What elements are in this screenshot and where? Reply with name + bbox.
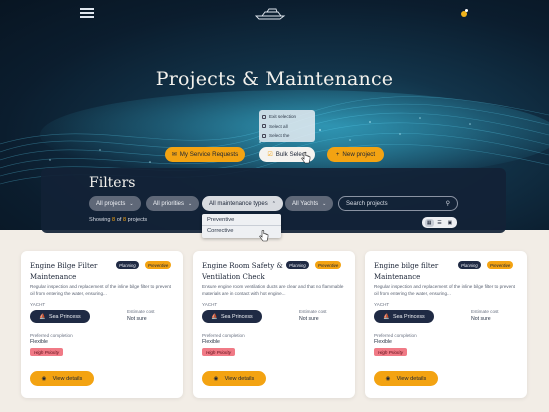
completion-value: Flexible bbox=[30, 339, 48, 345]
bulk-menu-item[interactable]: Select all bbox=[262, 122, 312, 132]
view-details-button[interactable]: ◉ View details bbox=[30, 371, 94, 386]
calendar-view-icon[interactable]: ▣ bbox=[445, 219, 454, 227]
chevron-down-icon: ⌄ bbox=[188, 200, 193, 207]
new-project-button[interactable]: + New project bbox=[327, 147, 384, 162]
yacht-logo-icon[interactable] bbox=[254, 6, 288, 20]
yacht-icon: ⛵ bbox=[211, 313, 218, 320]
bulk-menu-item[interactable]: Exit selection bbox=[262, 112, 312, 122]
chevron-down-icon: ⌄ bbox=[129, 200, 134, 207]
project-card: Engine bilge filter Maintenance Planning… bbox=[365, 251, 527, 398]
yacht-badge[interactable]: ⛵ Sea Princess bbox=[202, 310, 262, 323]
yacht-badge[interactable]: ⛵ Sea Princess bbox=[374, 310, 434, 323]
chevron-up-icon: ⌃ bbox=[271, 200, 276, 207]
cost-value: Not sure bbox=[471, 316, 491, 322]
completion-value: Flexible bbox=[202, 339, 220, 345]
view-details-button[interactable]: ◉ View details bbox=[374, 371, 438, 386]
search-placeholder: Search projects bbox=[346, 200, 388, 207]
notification-dot bbox=[465, 9, 468, 12]
project-card: Engine Room Safety & Ventilation Check P… bbox=[193, 251, 355, 398]
cost-value: Not sure bbox=[299, 316, 319, 322]
filter-maintenance-types[interactable]: All maintenance types ⌃ bbox=[202, 196, 283, 211]
grid-view-icon[interactable]: ▦ bbox=[424, 218, 434, 227]
checkbox-icon bbox=[262, 114, 266, 119]
view-toggle: ▦ ☰ ▣ bbox=[422, 217, 457, 228]
results-count: Showing 8 of 8 projects bbox=[89, 217, 148, 223]
page-title: Projects & Maintenance bbox=[155, 68, 394, 90]
list-view-icon[interactable]: ☰ bbox=[435, 219, 444, 227]
cost-label: Estimate cost bbox=[127, 309, 155, 314]
completion-label: Preferred completion bbox=[374, 333, 417, 338]
checkbox-icon bbox=[262, 133, 266, 138]
hand-cursor-icon bbox=[259, 230, 269, 242]
card-description: Regular inspection and replacement of th… bbox=[374, 284, 515, 296]
cost-value: Not sure bbox=[127, 316, 147, 322]
completion-label: Preferred completion bbox=[30, 333, 73, 338]
option-preventive[interactable]: Preventive bbox=[202, 214, 281, 225]
type-badge: Preventive bbox=[315, 261, 342, 269]
yacht-label: YACHT bbox=[202, 302, 218, 307]
filter-all-projects[interactable]: All projects ⌄ bbox=[89, 196, 141, 211]
card-title: Engine Bilge Filter Maintenance bbox=[30, 262, 98, 281]
hamburger-icon[interactable] bbox=[80, 8, 94, 18]
project-card: Engine Bilge Filter Maintenance Planning… bbox=[21, 251, 183, 398]
my-service-requests-label: My Service Requests bbox=[179, 151, 239, 158]
bulk-select-menu: Exit selection Select all Select the bbox=[259, 110, 315, 142]
filter-all-yachts[interactable]: All Yachts ⌄ bbox=[285, 196, 334, 211]
checkbox-icon: ☑ bbox=[267, 151, 273, 158]
card-title: Engine bilge filter Maintenance bbox=[374, 262, 439, 281]
view-details-button[interactable]: ◉ View details bbox=[202, 371, 266, 386]
yacht-label: YACHT bbox=[374, 302, 390, 307]
card-description: Regular inspection and replacement of th… bbox=[30, 284, 171, 296]
yacht-badge[interactable]: ⛵ Sea Princess bbox=[30, 310, 90, 323]
maintenance-type-dropdown: Preventive Corrective bbox=[202, 214, 281, 238]
eye-icon: ◉ bbox=[385, 375, 391, 382]
plus-icon: + bbox=[335, 151, 340, 158]
completion-value: Flexible bbox=[374, 339, 392, 345]
yacht-icon: ⛵ bbox=[39, 313, 46, 320]
search-input[interactable]: Search projects ⚲ bbox=[338, 196, 458, 211]
status-badge: Planning bbox=[458, 261, 481, 269]
card-title: Engine Room Safety & Ventilation Check bbox=[202, 262, 283, 281]
bulk-menu-item[interactable]: Select the bbox=[262, 131, 312, 141]
new-project-label: New project bbox=[342, 151, 376, 158]
filters-title: Filters bbox=[89, 175, 136, 191]
card-description: Ensure engine room ventilation ducts are… bbox=[202, 284, 344, 296]
priority-badge: High Priority bbox=[374, 348, 408, 356]
my-service-requests-button[interactable]: ✉ My Service Requests bbox=[165, 147, 245, 162]
option-corrective[interactable]: Corrective bbox=[202, 225, 281, 236]
checkbox-icon bbox=[262, 124, 266, 129]
chevron-down-icon: ⌄ bbox=[322, 200, 327, 207]
status-badge: Planning bbox=[116, 261, 139, 269]
eye-icon: ◉ bbox=[41, 375, 47, 382]
filter-all-priorities[interactable]: All priorities ⌄ bbox=[146, 196, 200, 211]
cost-label: Estimate cost bbox=[471, 309, 499, 314]
eye-icon: ◉ bbox=[213, 375, 219, 382]
search-icon: ⚲ bbox=[445, 201, 450, 207]
yacht-icon: ⛵ bbox=[383, 313, 390, 320]
type-badge: Preventive bbox=[145, 261, 172, 269]
hand-cursor-icon bbox=[301, 152, 311, 164]
priority-badge: High Priority bbox=[202, 348, 236, 356]
type-badge: Preventive bbox=[487, 261, 514, 269]
status-badge: Planning bbox=[286, 261, 309, 269]
priority-badge: High Priority bbox=[30, 348, 64, 356]
cost-label: Estimate cost bbox=[299, 309, 327, 314]
yacht-label: YACHT bbox=[30, 302, 46, 307]
message-icon: ✉ bbox=[171, 151, 177, 158]
completion-label: Preferred completion bbox=[202, 333, 245, 338]
